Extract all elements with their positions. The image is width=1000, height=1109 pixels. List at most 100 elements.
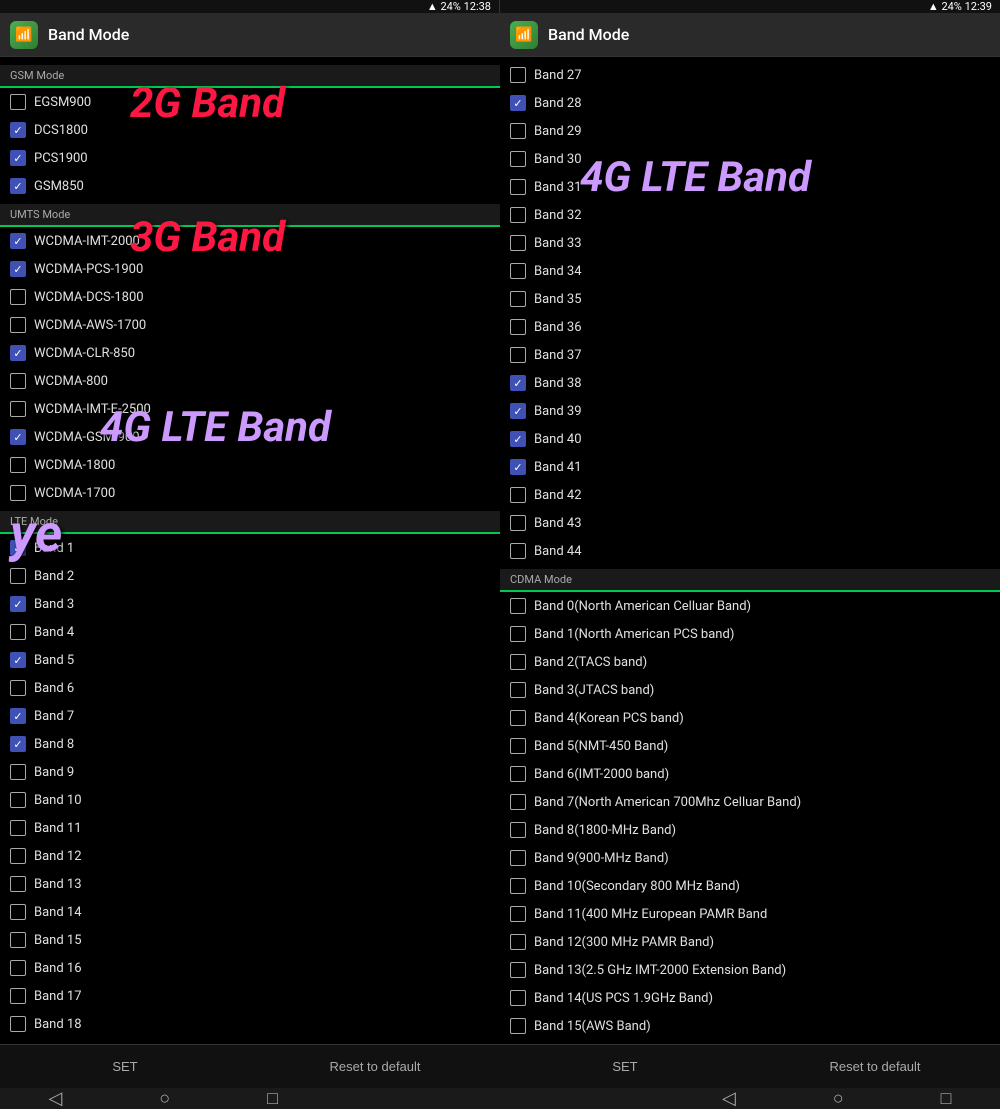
list-item[interactable]: EGSM900 xyxy=(0,88,500,116)
list-item[interactable]: Band 17 xyxy=(0,982,500,1010)
dcs1800-checkbox[interactable] xyxy=(10,122,26,138)
cdma-band9-checkbox[interactable] xyxy=(510,850,526,866)
left-content[interactable]: GSM Mode EGSM900 DCS1800 PCS1900 GSM850 … xyxy=(0,57,500,1044)
cdma-band13-checkbox[interactable] xyxy=(510,962,526,978)
band18-checkbox[interactable] xyxy=(10,1016,26,1032)
list-item[interactable]: Band 11 xyxy=(0,814,500,842)
list-item[interactable]: Band 43 xyxy=(500,509,1000,537)
wcdma-imt2000-checkbox[interactable] xyxy=(10,233,26,249)
left-set-button[interactable]: SET xyxy=(0,1045,250,1088)
band4-checkbox[interactable] xyxy=(10,624,26,640)
list-item[interactable]: Band 9(900-MHz Band) xyxy=(500,844,1000,872)
pcs1900-checkbox[interactable] xyxy=(10,150,26,166)
back-button-right[interactable]: ◁ xyxy=(722,1088,736,1109)
band15-checkbox[interactable] xyxy=(10,932,26,948)
list-item[interactable]: Band 0(North American Celluar Band) xyxy=(500,592,1000,620)
right-set-button[interactable]: SET xyxy=(500,1045,750,1088)
list-item[interactable]: WCDMA-PCS-1900 xyxy=(0,255,500,283)
band10-checkbox[interactable] xyxy=(10,792,26,808)
band28-checkbox[interactable] xyxy=(510,95,526,111)
band43-checkbox[interactable] xyxy=(510,515,526,531)
list-item[interactable]: Band 7(North American 700Mhz Celluar Ban… xyxy=(500,788,1000,816)
list-item[interactable]: Band 8(1800-MHz Band) xyxy=(500,816,1000,844)
list-item[interactable]: Band 18 xyxy=(0,1010,500,1038)
list-item[interactable]: WCDMA-IMT-2000 xyxy=(0,227,500,255)
list-item[interactable]: Band 27 xyxy=(500,61,1000,89)
cdma-band10-checkbox[interactable] xyxy=(510,878,526,894)
list-item[interactable]: WCDMA-GSM-900 xyxy=(0,423,500,451)
list-item[interactable]: Band 5(NMT-450 Band) xyxy=(500,732,1000,760)
band17-checkbox[interactable] xyxy=(10,988,26,1004)
cdma-band1-checkbox[interactable] xyxy=(510,626,526,642)
list-item[interactable]: Band 6 xyxy=(0,674,500,702)
wcdma-800-checkbox[interactable] xyxy=(10,373,26,389)
list-item[interactable]: Band 6(IMT-2000 band) xyxy=(500,760,1000,788)
list-item[interactable]: Band 8 xyxy=(0,730,500,758)
list-item[interactable]: Band 32 xyxy=(500,201,1000,229)
list-item[interactable]: WCDMA-CLR-850 xyxy=(0,339,500,367)
list-item[interactable]: Band 4(Korean PCS band) xyxy=(500,704,1000,732)
band27-checkbox[interactable] xyxy=(510,67,526,83)
list-item[interactable]: Band 12 xyxy=(0,842,500,870)
list-item[interactable]: Band 4 xyxy=(0,618,500,646)
list-item[interactable]: Band 44 xyxy=(500,537,1000,565)
list-item[interactable]: Band 31 xyxy=(500,173,1000,201)
list-item[interactable]: Band 37 xyxy=(500,341,1000,369)
list-item[interactable]: Band 13 xyxy=(0,870,500,898)
list-item[interactable]: Band 1(North American PCS band) xyxy=(500,620,1000,648)
band2-checkbox[interactable] xyxy=(10,568,26,584)
wcdma-1700-checkbox[interactable] xyxy=(10,485,26,501)
list-item[interactable]: Band 12(300 MHz PAMR Band) xyxy=(500,928,1000,956)
band11-checkbox[interactable] xyxy=(10,820,26,836)
list-item[interactable]: DCS1800 xyxy=(0,116,500,144)
list-item[interactable]: Band 42 xyxy=(500,481,1000,509)
wcdma-imte2500-checkbox[interactable] xyxy=(10,401,26,417)
back-button[interactable]: ◁ xyxy=(48,1088,62,1109)
list-item[interactable]: Band 29 xyxy=(500,117,1000,145)
band32-checkbox[interactable] xyxy=(510,207,526,223)
list-item[interactable]: Band 13(2.5 GHz IMT-2000 Extension Band) xyxy=(500,956,1000,984)
band8-checkbox[interactable] xyxy=(10,736,26,752)
list-item[interactable]: WCDMA-1700 xyxy=(0,479,500,507)
list-item[interactable]: Band 11(400 MHz European PAMR Band xyxy=(500,900,1000,928)
band33-checkbox[interactable] xyxy=(510,235,526,251)
list-item[interactable]: Band 41 xyxy=(500,453,1000,481)
band44-checkbox[interactable] xyxy=(510,543,526,559)
list-item[interactable]: Band 39 xyxy=(500,397,1000,425)
band3-checkbox[interactable] xyxy=(10,596,26,612)
home-button-right[interactable]: ○ xyxy=(833,1088,844,1109)
list-item[interactable]: Band 14(US PCS 1.9GHz Band) xyxy=(500,984,1000,1012)
wcdma-gsm900-checkbox[interactable] xyxy=(10,429,26,445)
list-item[interactable]: WCDMA-AWS-1700 xyxy=(0,311,500,339)
band39-checkbox[interactable] xyxy=(510,403,526,419)
list-item[interactable]: Band 33 xyxy=(500,229,1000,257)
wcdma-aws1700-checkbox[interactable] xyxy=(10,317,26,333)
band38-checkbox[interactable] xyxy=(510,375,526,391)
band29-checkbox[interactable] xyxy=(510,123,526,139)
band12-checkbox[interactable] xyxy=(10,848,26,864)
band30-checkbox[interactable] xyxy=(510,151,526,167)
band37-checkbox[interactable] xyxy=(510,347,526,363)
right-content[interactable]: Band 27 Band 28 Band 29 Band 30 Band 31 … xyxy=(500,57,1000,1044)
list-item[interactable]: Band 3(JTACS band) xyxy=(500,676,1000,704)
band42-checkbox[interactable] xyxy=(510,487,526,503)
cdma-band5-checkbox[interactable] xyxy=(510,738,526,754)
band13-checkbox[interactable] xyxy=(10,876,26,892)
cdma-band7-checkbox[interactable] xyxy=(510,794,526,810)
list-item[interactable]: Band 2(TACS band) xyxy=(500,648,1000,676)
list-item[interactable]: Band 15(AWS Band) xyxy=(500,1012,1000,1040)
list-item[interactable]: Band 2 xyxy=(0,562,500,590)
cdma-band12-checkbox[interactable] xyxy=(510,934,526,950)
list-item[interactable]: Band 28 xyxy=(500,89,1000,117)
list-item[interactable]: Band 7 xyxy=(0,702,500,730)
gsm850-checkbox[interactable] xyxy=(10,178,26,194)
band34-checkbox[interactable] xyxy=(510,263,526,279)
list-item[interactable]: Band 36 xyxy=(500,313,1000,341)
list-item[interactable]: Band 40 xyxy=(500,425,1000,453)
band35-checkbox[interactable] xyxy=(510,291,526,307)
list-item[interactable]: Band 10 xyxy=(0,786,500,814)
cdma-band14-checkbox[interactable] xyxy=(510,990,526,1006)
band36-checkbox[interactable] xyxy=(510,319,526,335)
cdma-band15-checkbox[interactable] xyxy=(510,1018,526,1034)
band41-checkbox[interactable] xyxy=(510,459,526,475)
